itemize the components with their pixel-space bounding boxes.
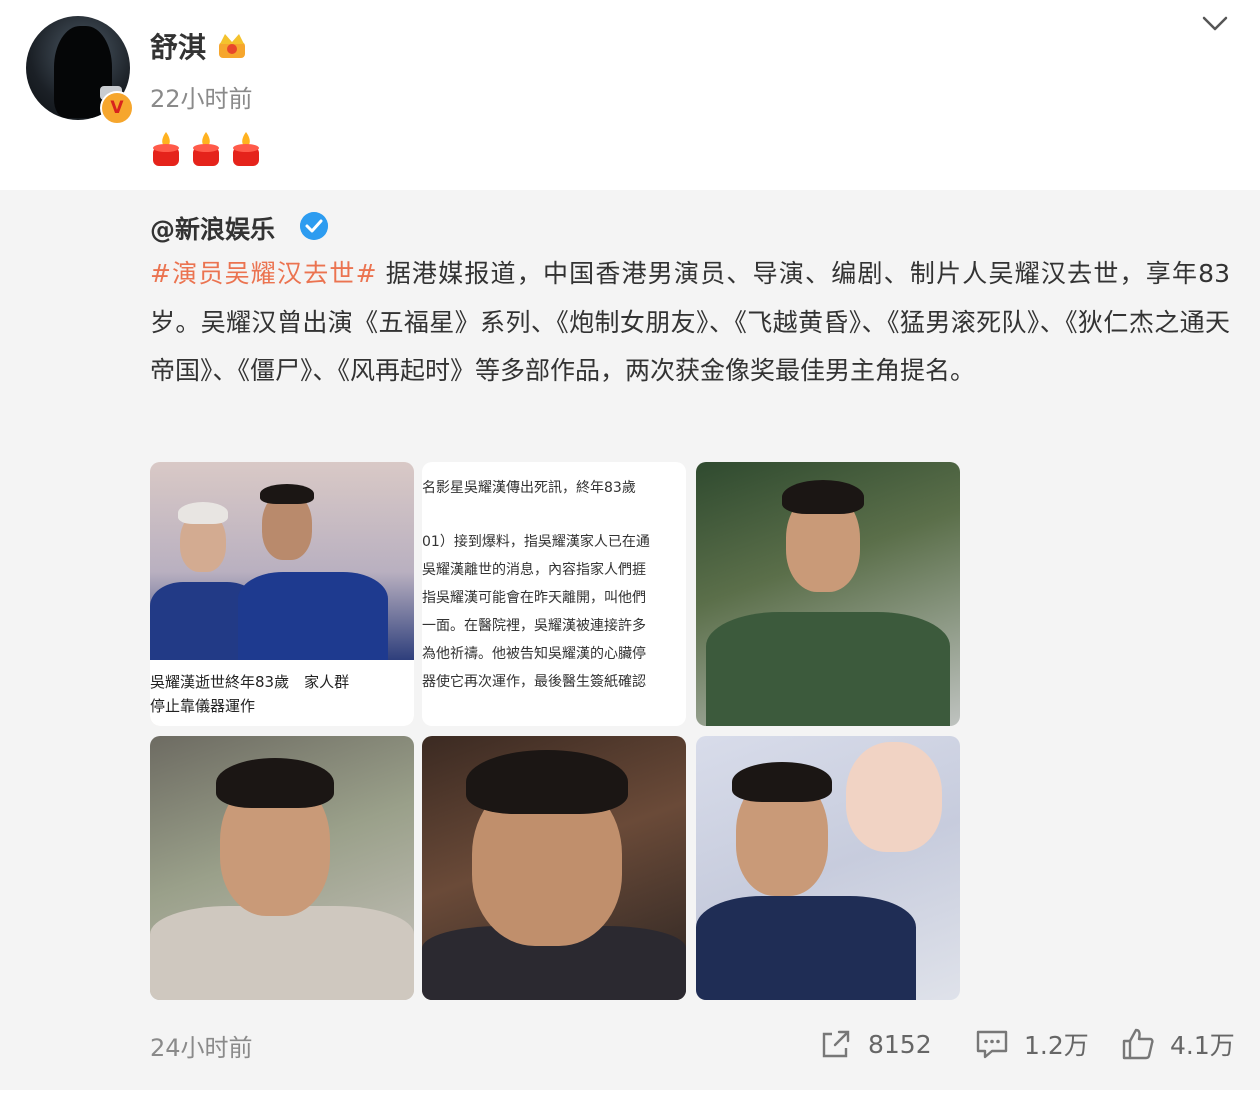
thumbs-up-icon bbox=[1122, 1028, 1154, 1060]
verified-badge-icon: V bbox=[100, 91, 134, 125]
candle-emoji-row bbox=[150, 130, 262, 168]
share-count: 8152 bbox=[868, 1029, 932, 1059]
username[interactable]: 舒淇 bbox=[150, 26, 206, 66]
post-footer: 24小时前 8152 1.2万 4.1万 bbox=[0, 1018, 1260, 1078]
post-time: 22小时前 bbox=[150, 85, 253, 113]
suit-jacket bbox=[696, 896, 916, 1000]
news-line-3: 01）接到爆料，指吳耀漢家人已在通 bbox=[422, 534, 650, 550]
share-icon bbox=[822, 1030, 850, 1058]
repost-time: 24小时前 bbox=[150, 1034, 253, 1062]
reposted-content[interactable]: @新浪娱乐 #演员吴耀汉去世# 据港媒报道，中国香港男演员、导演、编剧、制片人吴… bbox=[0, 190, 1260, 1090]
chevron-down-icon[interactable] bbox=[1200, 12, 1230, 36]
blue-jacket-right bbox=[238, 572, 388, 662]
image-grid: 吳耀漢逝世終年83歲 家人群 停止靠儀器運作 名影星吳耀漢傳出死訊，終年83歲 … bbox=[150, 462, 962, 1000]
card-bottom-edge bbox=[0, 1090, 1260, 1104]
photo-man-with-baby-poster[interactable] bbox=[696, 736, 960, 1000]
white-hair bbox=[178, 502, 228, 524]
news-line-5: 指吳耀漢可能會在昨天離開，叫他們 bbox=[422, 590, 646, 606]
photo-man-green-jacket[interactable] bbox=[696, 462, 960, 726]
hair bbox=[732, 762, 832, 802]
candle-icon bbox=[193, 132, 219, 166]
baby-face bbox=[846, 742, 942, 852]
light-coat bbox=[150, 906, 414, 1000]
photo-man-closeup[interactable] bbox=[422, 736, 686, 1000]
repost-body: #演员吴耀汉去世# 据港媒报道，中国香港男演员、导演、编剧、制片人吴耀汉去世，享… bbox=[150, 250, 1230, 396]
comment-button[interactable]: 1.2万 bbox=[974, 1026, 1089, 1062]
news-line-4: 吳耀漢離世的消息，內容指家人們捱 bbox=[422, 562, 646, 578]
caption-line-2: 停止靠儀器運作 bbox=[150, 697, 256, 715]
source-account-name[interactable]: @新浪娱乐 bbox=[150, 210, 275, 246]
news-line-1: 名影星吳耀漢傳出死訊，終年83歲 bbox=[422, 480, 636, 496]
dark-hair bbox=[260, 484, 314, 504]
crown-icon bbox=[219, 34, 245, 58]
news-text-screenshot[interactable]: 名影星吳耀漢傳出死訊，終年83歲 01）接到爆料，指吳耀漢家人已在通 吳耀漢離世… bbox=[422, 462, 686, 726]
candle-icon bbox=[233, 132, 259, 166]
caption-line-1: 吳耀漢逝世終年83歲 家人群 bbox=[150, 673, 350, 691]
share-button[interactable]: 8152 bbox=[818, 1026, 932, 1062]
like-count: 4.1万 bbox=[1170, 1031, 1235, 1060]
photo-two-men[interactable]: 吳耀漢逝世終年83歲 家人群 停止靠儀器運作 bbox=[150, 462, 414, 726]
image-caption: 吳耀漢逝世終年83歲 家人群 停止靠儀器運作 bbox=[150, 660, 414, 726]
post-header: V 舒淇 22小时前 bbox=[0, 0, 1260, 190]
news-line-8: 器使它再次運作，最後醫生簽紙確認 bbox=[422, 674, 646, 690]
news-line-6: 一面。在醫院裡，吳耀漢被連接許多 bbox=[422, 618, 646, 634]
hair bbox=[782, 480, 864, 514]
green-jacket bbox=[706, 612, 950, 726]
hashtag-link[interactable]: #演员吴耀汉去世# bbox=[150, 259, 377, 288]
news-line-7: 為他祈禱。他被告知吳耀漢的心臟停 bbox=[422, 646, 646, 662]
candle-icon bbox=[153, 132, 179, 166]
hair bbox=[216, 758, 334, 808]
comment-count: 1.2万 bbox=[1024, 1031, 1089, 1060]
photo-man-train-window[interactable] bbox=[150, 736, 414, 1000]
like-button[interactable]: 4.1万 bbox=[1120, 1026, 1235, 1062]
blue-verified-icon bbox=[300, 212, 328, 240]
hair bbox=[466, 750, 628, 814]
comment-icon bbox=[976, 1030, 1008, 1059]
